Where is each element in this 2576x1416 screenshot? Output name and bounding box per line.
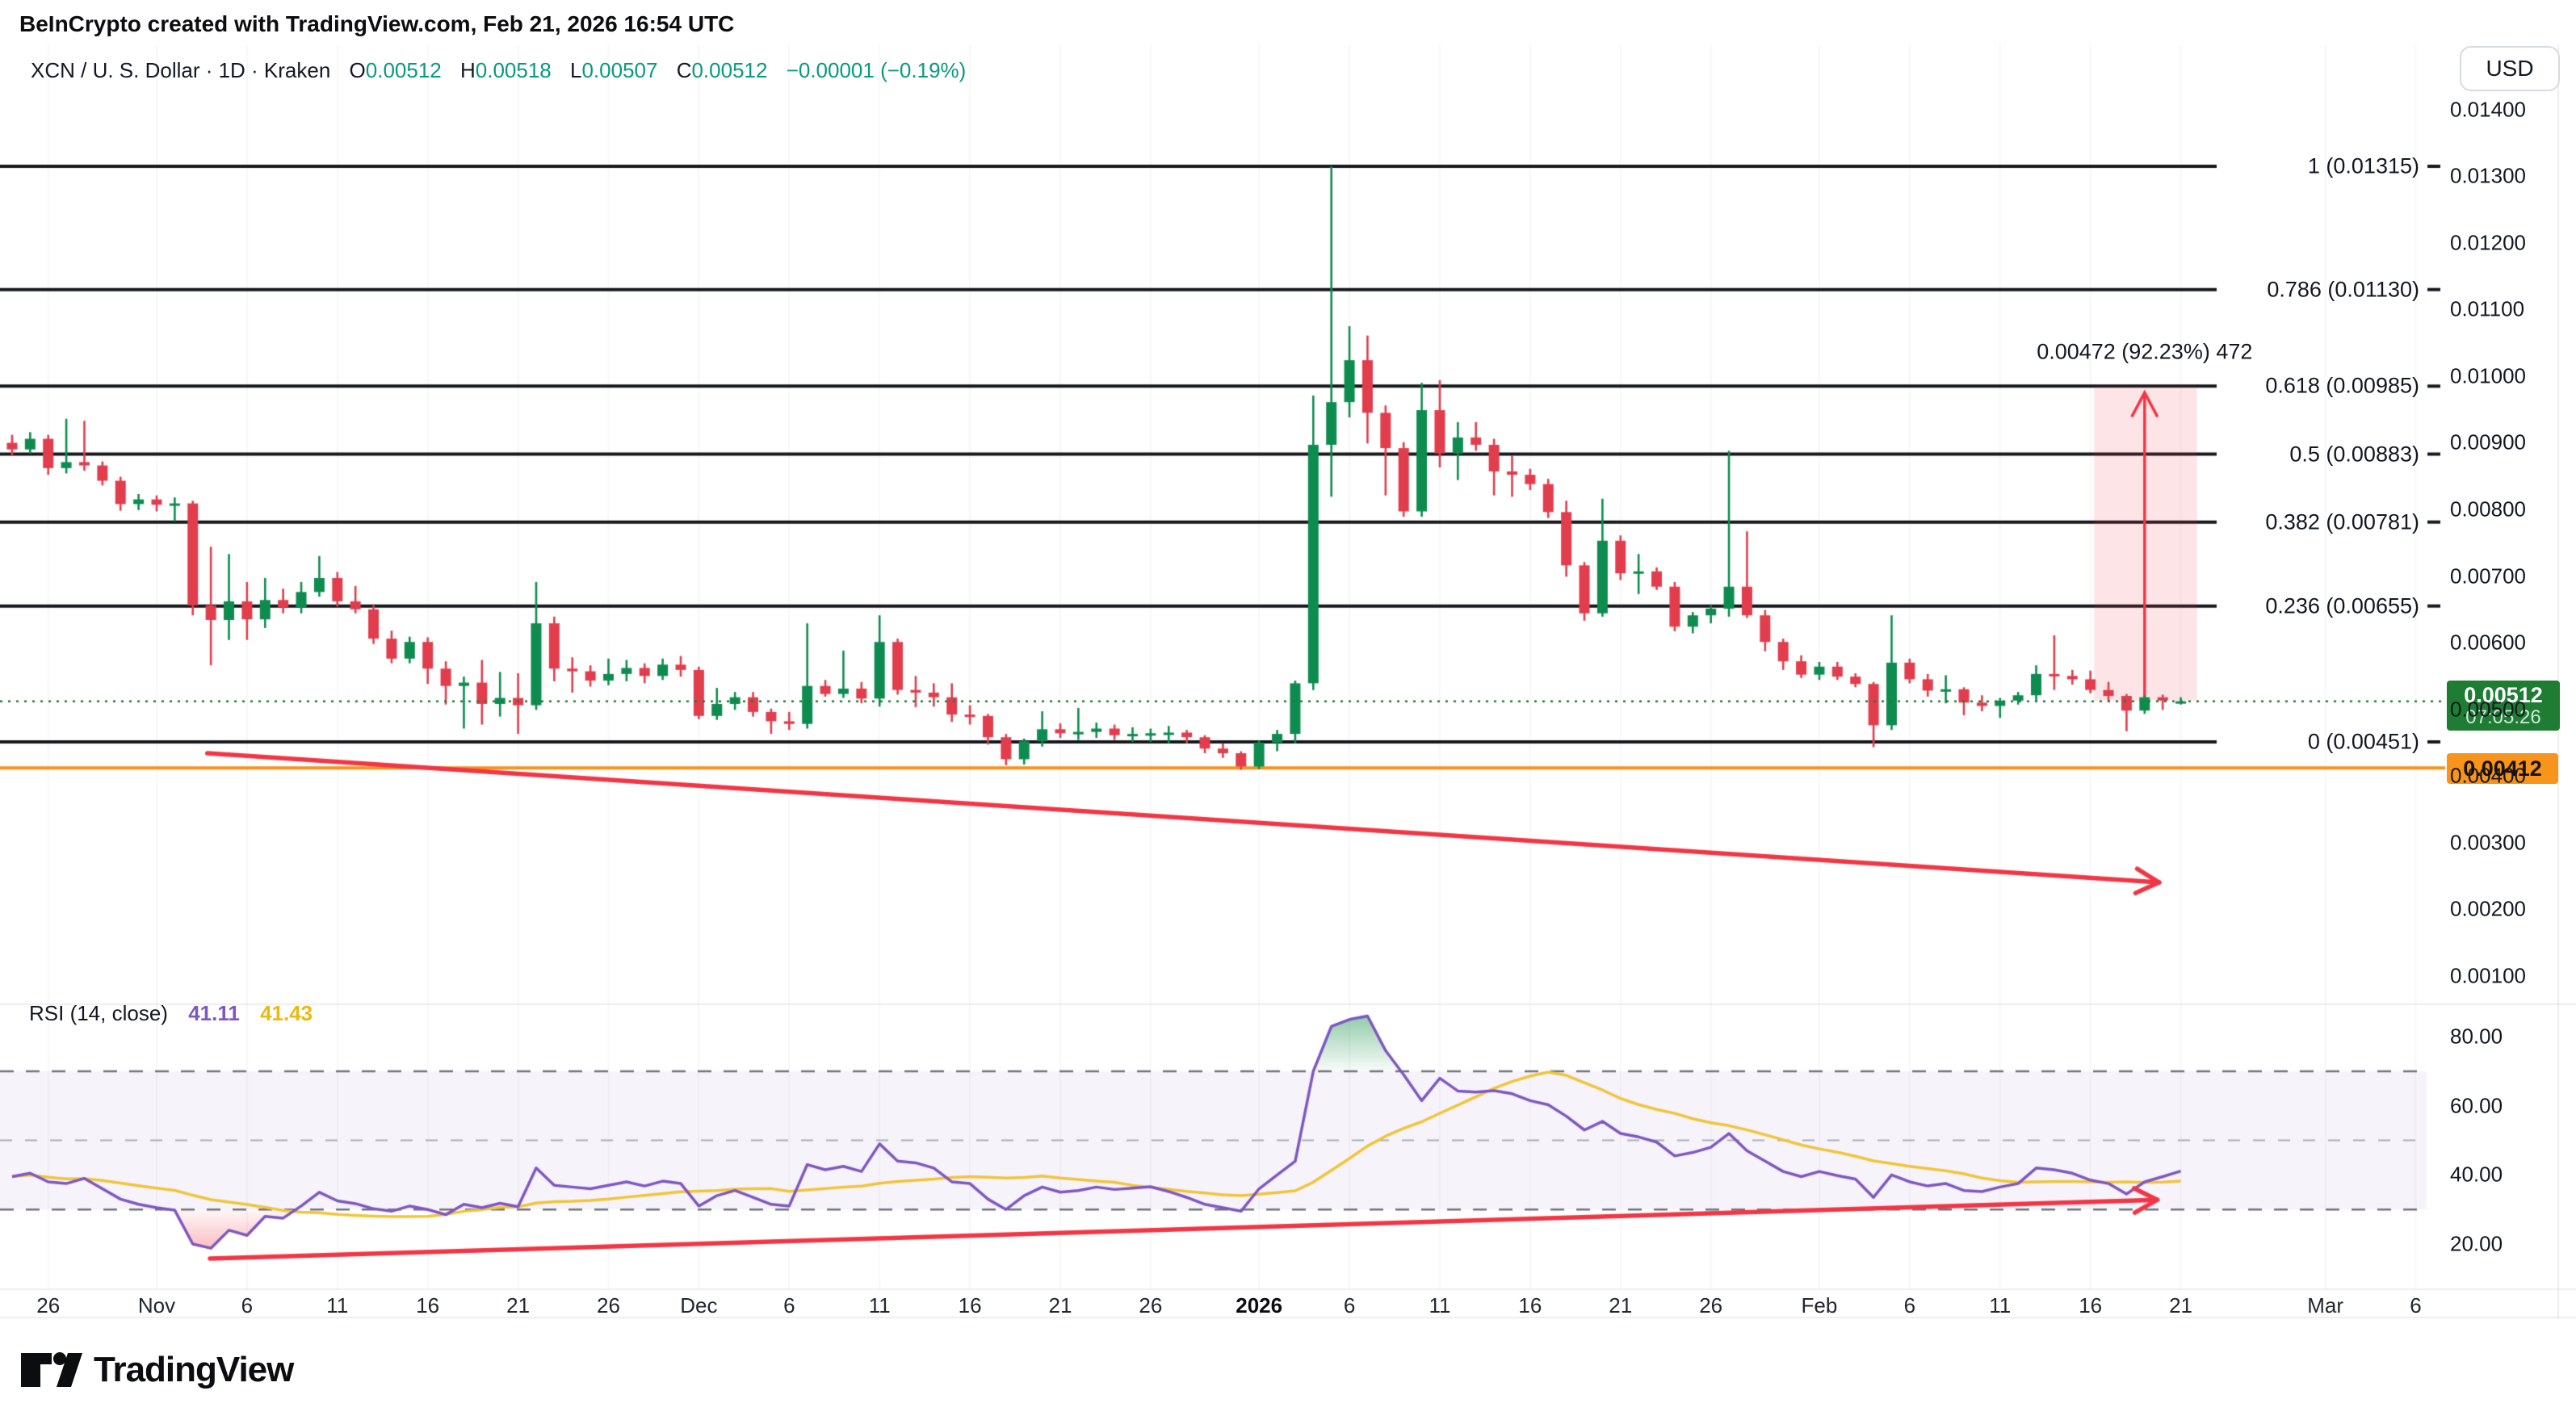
low-label: L — [570, 58, 581, 82]
high-label: H — [460, 58, 476, 82]
price-tick: 0.01100 — [2450, 297, 2524, 322]
fib-level-label: 0.382 (0.00781) — [2265, 509, 2419, 534]
page-title: BeInCrypto created with TradingView.com,… — [19, 11, 734, 37]
fib-level-label: 0.236 (0.00655) — [2265, 593, 2419, 618]
date-tick: 16 — [959, 1293, 982, 1318]
date-tick: 21 — [2169, 1293, 2192, 1318]
date-tick: 11 — [326, 1293, 348, 1318]
currency-toggle-button[interactable]: USD — [2460, 46, 2560, 91]
low-value: 0.00507 — [581, 58, 657, 82]
date-tick: Dec — [680, 1293, 717, 1318]
price-tick: 0.00900 — [2450, 430, 2526, 455]
date-tick: 6 — [783, 1293, 795, 1318]
date-tick: 26 — [1139, 1293, 1162, 1318]
high-value: 0.00518 — [476, 58, 552, 82]
date-tick: Mar — [2307, 1293, 2343, 1318]
date-tick: Feb — [1802, 1293, 1838, 1318]
date-tick: 16 — [416, 1293, 439, 1318]
price-tick: 0.00100 — [2450, 963, 2526, 988]
date-tick: 6 — [1344, 1293, 1355, 1318]
date-tick: 16 — [2079, 1293, 2102, 1318]
price-tick: 0.00500 — [2450, 697, 2526, 722]
fib-level-label: 0 (0.00451) — [2308, 730, 2419, 755]
date-tick: 6 — [2410, 1293, 2421, 1318]
price-tick: 0.00800 — [2450, 497, 2526, 522]
price-tick: 0.01200 — [2450, 230, 2526, 255]
open-label: O — [350, 58, 366, 82]
rsi-axis-tick: 40.00 — [2450, 1163, 2503, 1188]
date-tick: 11 — [1989, 1293, 2011, 1318]
rsi-axis-tick: 80.00 — [2450, 1024, 2503, 1049]
date-tick: 6 — [241, 1293, 253, 1318]
price-tick: 0.00700 — [2450, 563, 2526, 589]
price-tick: 0.01000 — [2450, 363, 2526, 388]
chart-canvas[interactable] — [0, 0, 2576, 1416]
date-tick: 11 — [1429, 1293, 1450, 1318]
date-tick: 6 — [1904, 1293, 1915, 1318]
fib-level-label: 0.786 (0.01130) — [2267, 277, 2419, 302]
rsi-axis-tick: 60.00 — [2450, 1093, 2503, 1118]
price-tick: 0.00300 — [2450, 830, 2526, 855]
date-tick: 26 — [36, 1293, 60, 1318]
date-tick: 2026 — [1236, 1293, 1282, 1318]
fib-level-label: 0.618 (0.00985) — [2265, 374, 2419, 399]
tradingview-brand-text: TradingView — [94, 1350, 293, 1390]
symbol-name: XCN / U. S. Dollar · 1D · Kraken — [31, 58, 330, 82]
rsi-axis-tick: 20.00 — [2450, 1232, 2503, 1257]
date-tick: 26 — [597, 1293, 620, 1318]
price-tick: 0.01400 — [2450, 97, 2526, 122]
tradingview-logo-icon — [19, 1351, 82, 1389]
date-tick: 21 — [506, 1293, 530, 1318]
rsi-value: 41.11 — [188, 1001, 240, 1025]
rsi-indicator-name: RSI (14, close) — [29, 1001, 168, 1025]
date-tick: 21 — [1049, 1293, 1072, 1318]
date-tick: Nov — [138, 1293, 175, 1318]
fib-level-label: 0.5 (0.00883) — [2289, 442, 2419, 467]
projection-annotation: 0.00472 (92.23%) 472 — [2037, 340, 2252, 365]
rsi-ma-value: 41.43 — [260, 1001, 313, 1025]
close-value: 0.00512 — [691, 58, 767, 82]
rsi-legend[interactable]: RSI (14, close) 41.11 41.43 — [29, 1001, 313, 1026]
date-tick: 26 — [1699, 1293, 1722, 1318]
price-tick: 0.00600 — [2450, 630, 2526, 656]
price-tick: 0.00400 — [2450, 764, 2526, 789]
tradingview-brand[interactable]: TradingView — [19, 1350, 293, 1390]
date-tick: 11 — [869, 1293, 891, 1318]
date-tick: 21 — [1609, 1293, 1632, 1318]
change-value: −0.00001 (−0.19%) — [787, 58, 967, 82]
price-tick: 0.01300 — [2450, 164, 2526, 189]
fib-level-label: 1 (0.01315) — [2308, 154, 2419, 179]
open-value: 0.00512 — [366, 58, 442, 82]
symbol-legend[interactable]: XCN / U. S. Dollar · 1D · Kraken O0.0051… — [31, 58, 966, 83]
tradingview-chart-screen: BeInCrypto created with TradingView.com,… — [0, 0, 2576, 1416]
price-tick: 0.00200 — [2450, 897, 2526, 922]
close-label: C — [677, 58, 692, 82]
date-tick: 16 — [1518, 1293, 1542, 1318]
